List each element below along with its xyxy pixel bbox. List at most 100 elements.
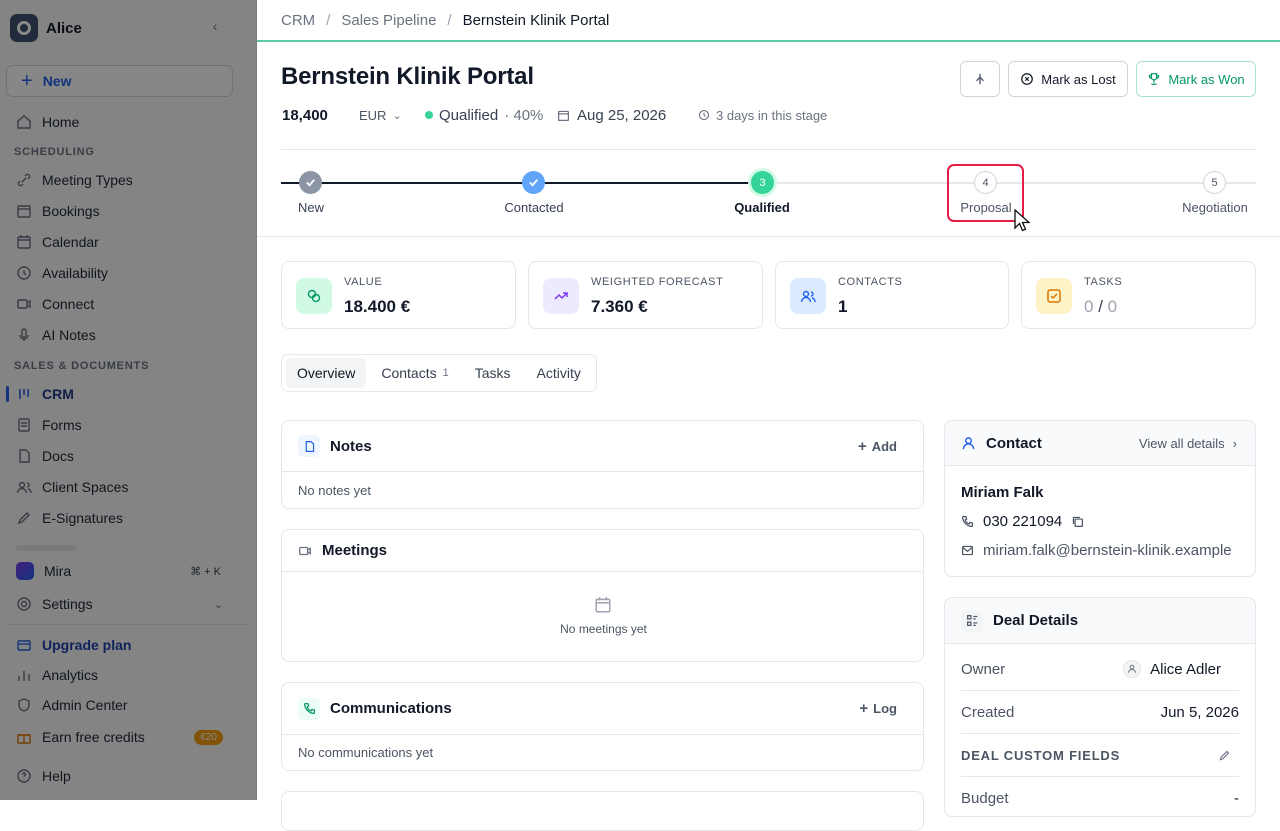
sidebar-item-availability[interactable]: Availability <box>0 259 257 287</box>
sidebar-item-client-spaces[interactable]: Client Spaces <box>0 473 257 501</box>
video-icon <box>299 546 311 555</box>
sidebar-label: Upgrade plan <box>42 637 132 653</box>
sidebar-label: Bookings <box>42 203 100 219</box>
stat-contacts-card: CONTACTS 1 <box>775 261 1009 329</box>
clock-icon <box>17 266 31 280</box>
deal-amount[interactable]: 18,400 <box>282 106 328 124</box>
merge-arrow-icon <box>976 73 984 85</box>
tab-count: 1 <box>442 367 449 379</box>
sidebar-item-upgrade[interactable]: Upgrade plan <box>0 631 257 659</box>
log-label: Log <box>873 701 897 716</box>
sidebar-item-forms[interactable]: Forms <box>0 411 257 439</box>
sidebar: Alice ‹ + New Home SCHEDULING Meeting Typ… <box>0 0 257 800</box>
sidebar-item-bookings[interactable]: Bookings <box>0 197 257 225</box>
sidebar-item-help[interactable]: Help <box>0 762 257 790</box>
tab-overview[interactable]: Overview <box>286 358 367 388</box>
stat-label: TASKS <box>1084 276 1123 288</box>
communications-title: Communications <box>330 700 452 717</box>
user-icon <box>962 436 975 449</box>
trophy-icon <box>1149 73 1160 85</box>
sidebar-item-connect[interactable]: Connect <box>0 290 257 318</box>
gift-icon <box>17 734 31 744</box>
tab-activity[interactable]: Activity <box>526 358 592 388</box>
sidebar-item-settings[interactable]: Settings ⌄ <box>0 590 257 618</box>
meetings-header: Meetings <box>282 530 923 572</box>
sidebar-item-e-signatures[interactable]: E-Signatures <box>0 504 257 532</box>
created-row: Created Jun 5, 2026 <box>961 691 1239 734</box>
avatar <box>1123 660 1142 678</box>
step-new-dot[interactable] <box>299 171 322 194</box>
sidebar-item-ai-notes[interactable]: AI Notes <box>0 321 257 349</box>
step-negotiation-label[interactable]: Negotiation <box>1155 200 1275 215</box>
currency-value: EUR <box>359 107 387 123</box>
move-stage-button[interactable] <box>960 61 1000 97</box>
sidebar-item-docs[interactable]: Docs <box>0 442 257 470</box>
sidebar-item-meeting-types[interactable]: Meeting Types <box>0 166 257 194</box>
sidebar-label: Analytics <box>42 667 99 683</box>
view-all-label: View all details <box>1138 435 1225 451</box>
calendar-icon <box>17 235 31 249</box>
stepper-divider <box>257 236 1280 237</box>
sidebar-label: CRM <box>42 386 74 402</box>
sidebar-item-crm[interactable]: CRM <box>0 380 257 408</box>
tab-contacts[interactable]: Contacts 1 <box>370 358 459 388</box>
edit-icon[interactable] <box>1218 749 1231 762</box>
tab-tasks[interactable]: Tasks <box>464 358 522 388</box>
currency-select[interactable]: EUR ⌄ <box>359 106 402 124</box>
contact-phone-row: 030 221094 <box>961 513 1084 530</box>
deal-details-title: Deal Details <box>993 612 1079 629</box>
microphone-icon <box>19 328 29 341</box>
help-icon <box>17 769 31 783</box>
sidebar-label: Meeting Types <box>42 172 133 188</box>
new-button[interactable]: + New <box>6 65 233 97</box>
collapse-sidebar-icon[interactable]: ‹ <box>206 18 224 36</box>
communications-header: Communications + Log <box>282 683 923 735</box>
budget-row: Budget - <box>961 777 1239 816</box>
proposal-step-highlight <box>947 164 1024 222</box>
sidebar-item-home[interactable]: Home <box>0 108 257 136</box>
contact-name[interactable]: Miriam Falk <box>961 484 1044 501</box>
sidebar-divider <box>8 624 249 625</box>
step-negotiation-dot[interactable]: 5 <box>1203 171 1226 194</box>
close-date[interactable]: Aug 25, 2026 <box>557 106 666 124</box>
step-number: 5 <box>1211 176 1218 189</box>
owner-value[interactable]: Alice Adler <box>1123 660 1237 678</box>
stat-value: 18.400 € <box>344 297 411 316</box>
sidebar-item-analytics[interactable]: Analytics <box>0 661 257 689</box>
breadcrumb-pipeline[interactable]: Sales Pipeline <box>341 12 436 29</box>
stat-value: 7.360 € <box>591 297 648 316</box>
view-all-details-link[interactable]: View all details › <box>1139 436 1237 451</box>
workspace-name: Alice <box>46 19 82 37</box>
step-qualified-dot[interactable]: 3 <box>751 171 774 194</box>
trending-up-icon <box>543 278 579 314</box>
breadcrumb-crm[interactable]: CRM <box>281 12 315 29</box>
plus-icon: + <box>21 70 33 92</box>
copy-icon[interactable] <box>1071 515 1084 528</box>
stage-indicator: Qualified · 40% <box>425 106 543 124</box>
sidebar-item-mira[interactable]: Mira ⌘ + K <box>0 557 257 585</box>
step-new-label[interactable]: New <box>251 200 371 215</box>
step-contacted-dot[interactable] <box>522 171 545 194</box>
workspace-switcher[interactable]: Alice <box>10 14 82 42</box>
created-value: Jun 5, 2026 <box>1160 703 1239 721</box>
check-icon <box>529 179 538 187</box>
sidebar-item-calendar[interactable]: Calendar <box>0 228 257 256</box>
contact-phone[interactable]: 030 221094 <box>983 513 1062 530</box>
crm-icon <box>19 389 29 399</box>
contact-email[interactable]: miriam.falk@bernstein-klinik.example <box>983 542 1232 559</box>
budget-value[interactable]: - <box>1234 790 1239 807</box>
sidebar-label: Home <box>42 114 80 130</box>
log-communication-button[interactable]: + Log <box>859 700 897 717</box>
mark-won-button[interactable]: Mark as Won <box>1136 61 1256 97</box>
mira-logo-icon <box>16 562 34 580</box>
mark-lost-button[interactable]: Mark as Lost <box>1008 61 1128 97</box>
plus-icon: + <box>859 700 869 717</box>
contact-card: Contact View all details › Miriam Falk 03… <box>944 420 1256 577</box>
calendar-icon <box>558 110 569 121</box>
sidebar-item-admin-center[interactable]: Admin Center <box>0 691 257 719</box>
add-note-button[interactable]: + Add <box>858 438 897 455</box>
step-contacted-label[interactable]: Contacted <box>474 200 594 215</box>
step-qualified-label[interactable]: Qualified <box>702 200 822 215</box>
sidebar-item-earn-credits[interactable]: Earn free credits €20 <box>0 723 257 751</box>
section-scheduling: SCHEDULING <box>14 146 95 158</box>
